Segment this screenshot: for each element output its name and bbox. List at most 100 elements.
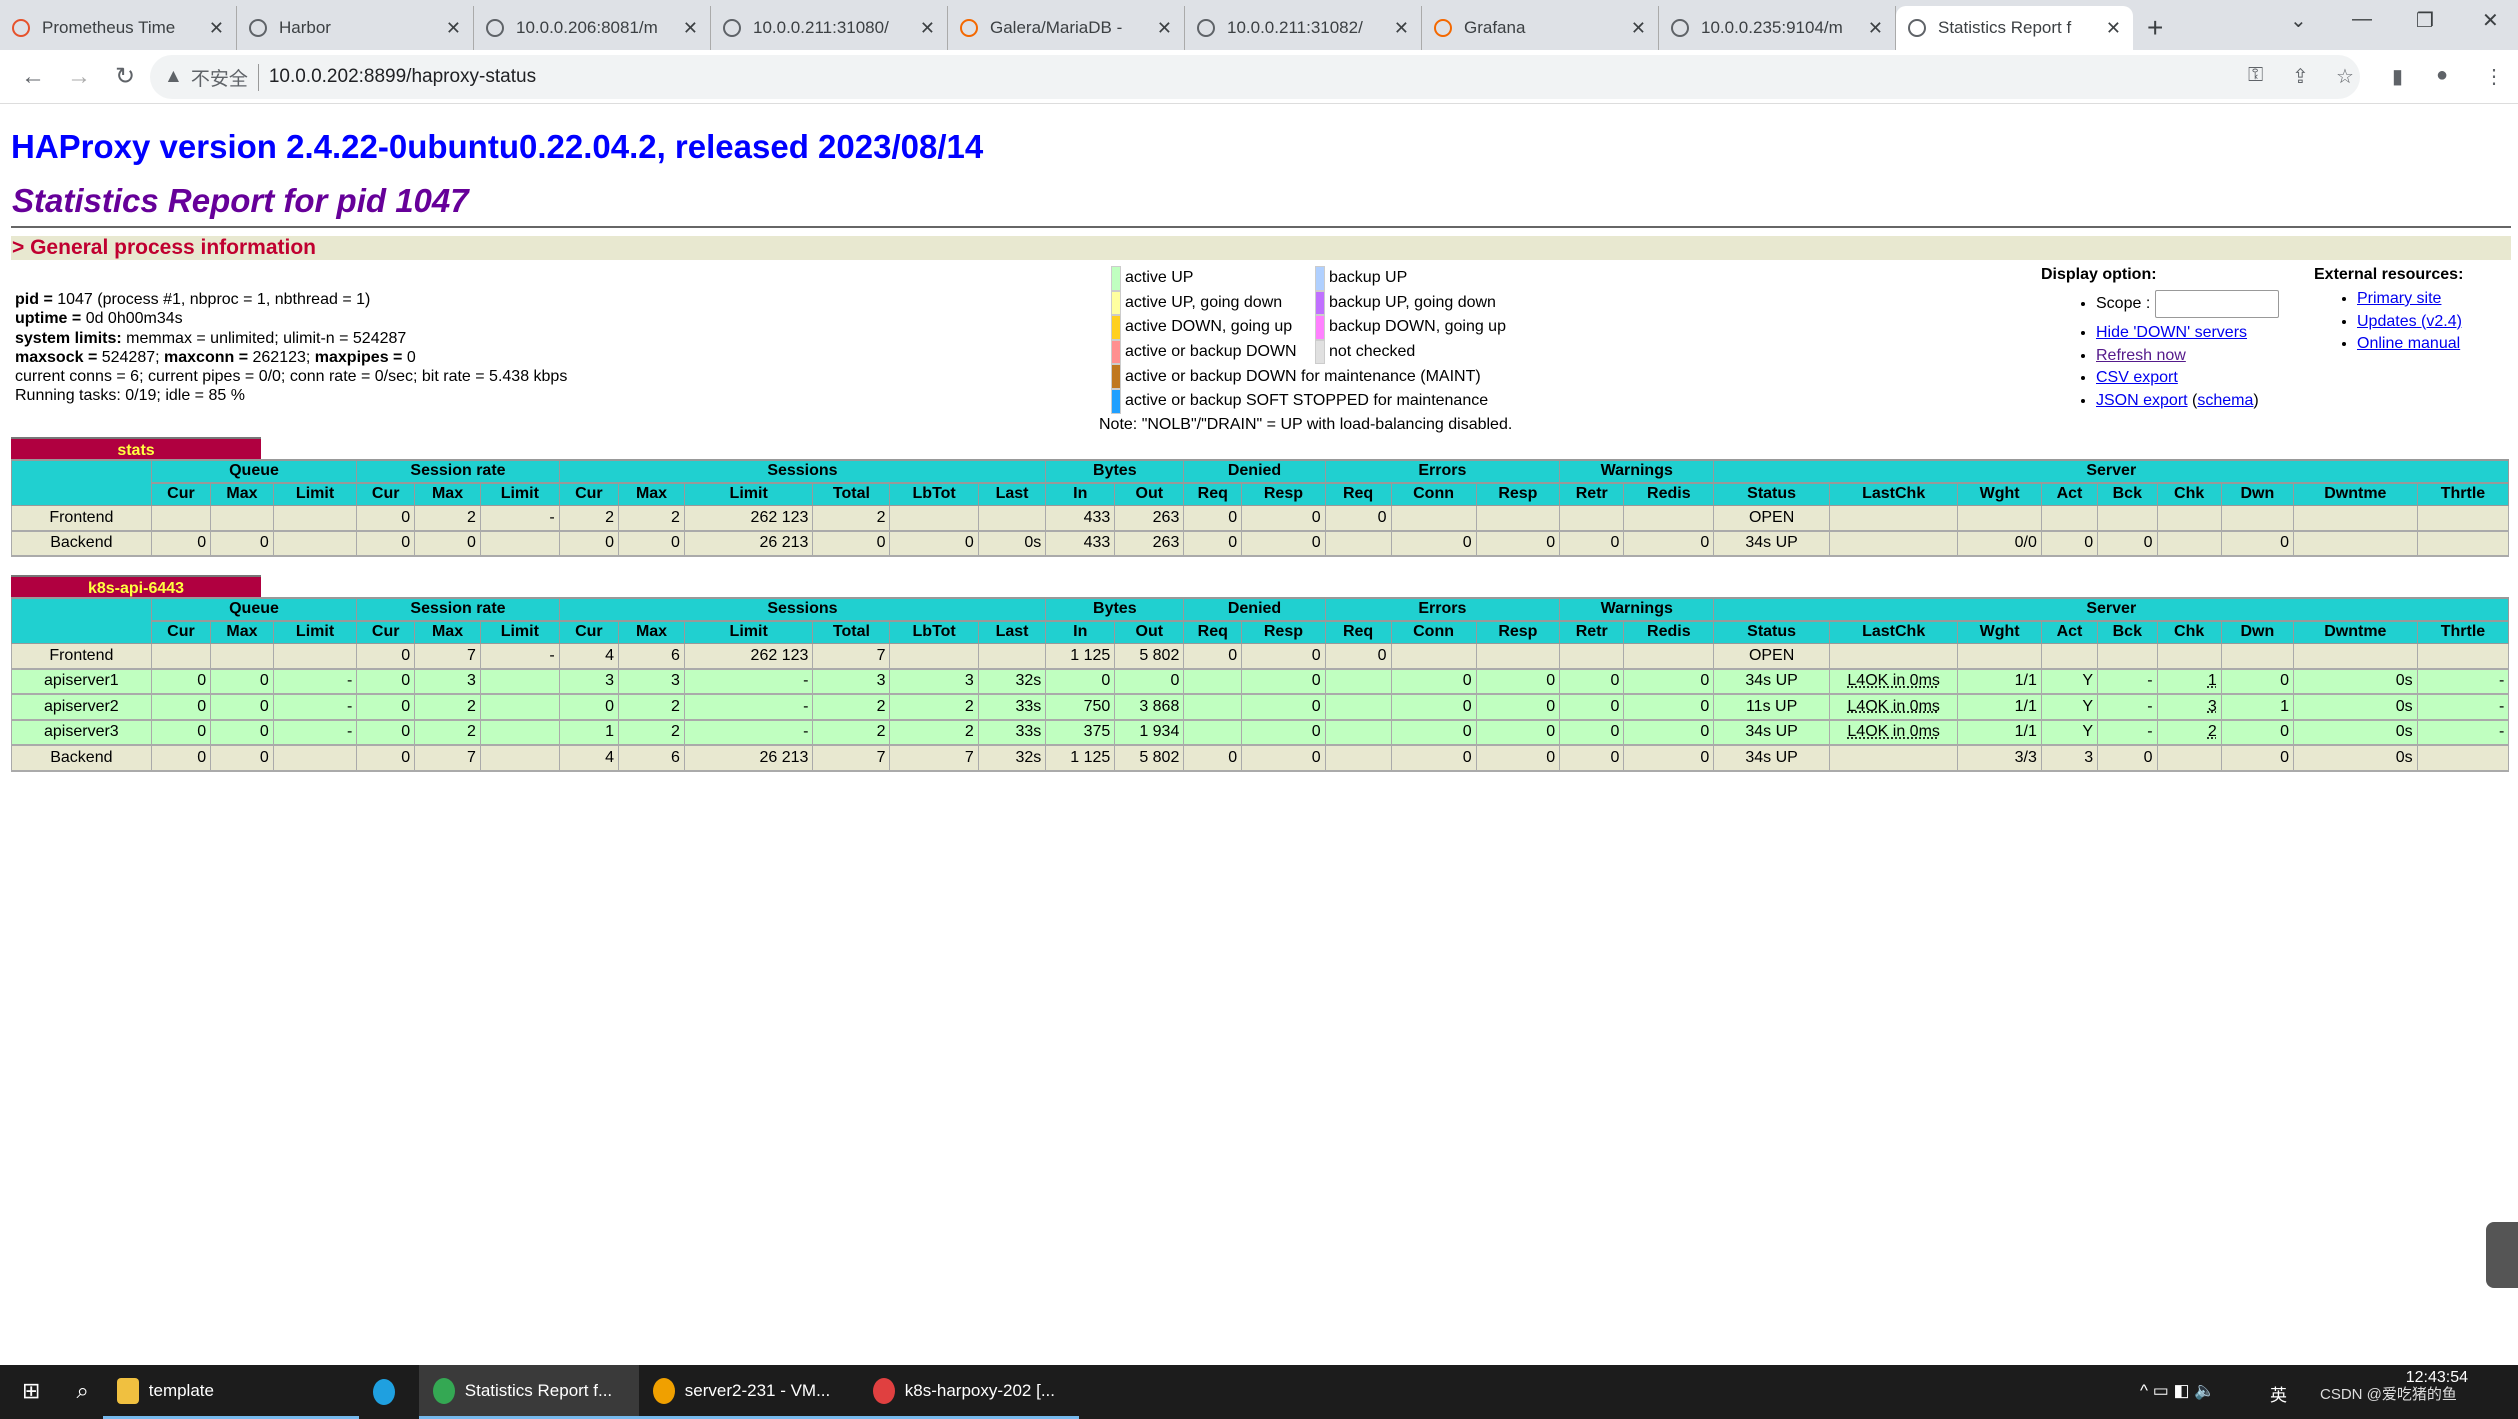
cell-thrtle <box>2416 530 2510 557</box>
taskbar-item[interactable]: Statistics Report f... <box>418 1365 639 1419</box>
column-header: Bck <box>2097 619 2158 644</box>
cell-chk[interactable]: 3 <box>2156 693 2222 721</box>
address-bar[interactable]: ▲ 不安全 10.0.0.202:8899/haproxy-status <box>150 55 2360 99</box>
cell-retr: 0 <box>1559 668 1625 695</box>
close-tab-icon[interactable]: ✕ <box>209 18 224 39</box>
cell-lastchk[interactable]: L4OK in 0ms <box>1828 668 1959 695</box>
group-header: Server <box>1713 597 2510 621</box>
close-tab-icon[interactable]: ✕ <box>683 18 698 39</box>
taskbar-item[interactable] <box>359 1365 419 1419</box>
start-icon[interactable]: ⊞ <box>0 1365 62 1419</box>
tab-2[interactable]: 10.0.0.206:8081/m ✕ <box>474 6 711 50</box>
vmware-icon <box>652 1377 675 1404</box>
minimize-button[interactable]: — <box>2352 8 2372 31</box>
color-swatch <box>1111 266 1121 291</box>
primary-site-link[interactable]: Primary site <box>2357 290 2441 307</box>
group-header: Errors <box>1324 597 1561 621</box>
scope-input[interactable] <box>2154 290 2279 318</box>
new-tab-button[interactable]: + <box>2147 12 2163 44</box>
schema-link[interactable]: schema <box>2197 392 2253 409</box>
online-manual-link[interactable]: Online manual <box>2357 335 2460 352</box>
cell-total: 7 <box>812 642 891 670</box>
taskbar-item[interactable]: k8s-harpoxy-202 [... <box>858 1365 1079 1419</box>
close-tab-icon[interactable]: ✕ <box>920 18 935 39</box>
ime-indicator[interactable]: 英 <box>2270 1381 2287 1406</box>
column-header-row: Cur Max Limit Cur Max Limit Cur Max Limit Total Lb… <box>12 481 2510 506</box>
star-icon[interactable]: ☆ <box>2336 64 2354 89</box>
column-header: Max <box>414 619 481 644</box>
tab-title: 10.0.0.206:8081/m <box>516 18 658 37</box>
forward-icon[interactable]: → <box>66 63 92 91</box>
close-tab-icon[interactable]: ✕ <box>1631 18 1646 39</box>
cell-bck: - <box>2097 719 2158 746</box>
column-header: LbTot <box>889 619 979 644</box>
reload-icon[interactable]: ↻ <box>112 62 138 91</box>
search-icon[interactable]: ⌕ <box>62 1365 102 1419</box>
tab-1[interactable]: Harbor ✕ <box>237 6 474 50</box>
share-icon[interactable]: ⇪ <box>2292 64 2309 89</box>
tab-6[interactable]: Grafana ✕ <box>1422 6 1659 50</box>
url-text[interactable]: 10.0.0.202:8899/haproxy-status <box>269 66 536 88</box>
csv-export-link[interactable]: CSV export <box>2096 369 2178 386</box>
tab-search-button[interactable]: ⌄ <box>2290 8 2307 33</box>
clock[interactable]: 12:43:54 <box>2406 1369 2468 1387</box>
tab-7[interactable]: 10.0.0.235:9104/m ✕ <box>1659 6 1896 50</box>
close-tab-icon[interactable]: ✕ <box>2106 18 2121 39</box>
tab-5[interactable]: 10.0.0.211:31082/ ✕ <box>1185 6 1422 50</box>
tray-icons[interactable]: ^ ▭ ◧ 🔈 <box>2140 1381 2215 1401</box>
cell-max: 0 <box>210 530 274 557</box>
column-header: Act <box>2040 619 2099 644</box>
cell-chk[interactable]: 2 <box>2156 719 2222 746</box>
tab-8[interactable]: Statistics Report f ✕ <box>1896 6 2133 50</box>
close-tab-icon[interactable]: ✕ <box>1394 18 1409 39</box>
cell-dwn <box>2220 504 2295 532</box>
json-export-link[interactable]: JSON export <box>2096 392 2188 409</box>
cell-resp: 0 <box>1241 744 1326 772</box>
cell-req <box>1324 530 1392 557</box>
close-tab-icon[interactable]: ✕ <box>1868 18 1883 39</box>
cell-lastchk[interactable]: L4OK in 0ms <box>1828 693 1959 721</box>
cell-lastchk[interactable]: L4OK in 0ms <box>1828 719 1959 746</box>
menu-icon[interactable]: ⋮ <box>2484 64 2504 89</box>
hide-down-link[interactable]: Hide 'DOWN' servers <box>2096 324 2247 341</box>
tab-0[interactable]: Prometheus Time ✕ <box>0 6 237 50</box>
color-swatch <box>1315 315 1325 340</box>
cell-out: 263 <box>1114 504 1185 532</box>
side-widget[interactable] <box>2486 1222 2518 1288</box>
sidepanel-icon[interactable]: ▮ <box>2392 64 2403 89</box>
column-header: Wght <box>1957 619 2042 644</box>
tab-4[interactable]: Galera/MariaDB - ✕ <box>948 6 1185 50</box>
column-header: LastChk <box>1828 481 1959 506</box>
cell-chk[interactable]: 1 <box>2156 668 2222 695</box>
updates-link[interactable]: Updates (v2.4) <box>2357 313 2462 330</box>
cell-limit: 26 213 <box>683 744 814 772</box>
cell-chk <box>2156 530 2222 557</box>
legend-label: active or backup SOFT STOPPED for mainte… <box>1125 392 1489 410</box>
cell-dwn: 0 <box>2220 744 2295 772</box>
taskbar-item[interactable]: template <box>102 1365 359 1419</box>
cell-dwntme: 0s <box>2293 719 2418 746</box>
cell-limit <box>272 504 358 532</box>
cell-act <box>2040 642 2099 670</box>
legend-label: backup UP <box>1329 269 1408 287</box>
info-text: current conns = 6; current pipes = 0/0; … <box>15 368 568 386</box>
key-icon[interactable]: ⚿ <box>2248 64 2263 87</box>
cell-total: 2 <box>812 719 891 746</box>
cell-cur: 0 <box>356 744 416 772</box>
external-resources: External resources: Primary site Updates… <box>2314 266 2463 358</box>
taskbar-item[interactable]: server2-231 - VM... <box>638 1365 859 1419</box>
close-tab-icon[interactable]: ✕ <box>1157 18 1172 39</box>
close-tab-icon[interactable]: ✕ <box>446 18 461 39</box>
table-row: apiserver2 0 0-0 2 0 2-2 2 33s 750 3 868 0 0 0 0 0 11s … <box>11 693 2510 721</box>
grafana-icon <box>1434 19 1452 37</box>
cell-limit: - <box>272 693 358 721</box>
close-window-button[interactable]: ✕ <box>2482 8 2499 33</box>
restore-button[interactable]: ❐ <box>2416 8 2434 33</box>
back-icon[interactable]: ← <box>20 63 46 91</box>
refresh-link[interactable]: Refresh now <box>2096 347 2186 364</box>
cell-max: 0 <box>210 693 274 721</box>
profile-icon[interactable]: ● <box>2436 64 2448 87</box>
legend-item: backup UP, going down <box>1315 290 1519 316</box>
tab-3[interactable]: 10.0.0.211:31080/ ✕ <box>711 6 948 50</box>
cell-conn <box>1390 642 1477 670</box>
